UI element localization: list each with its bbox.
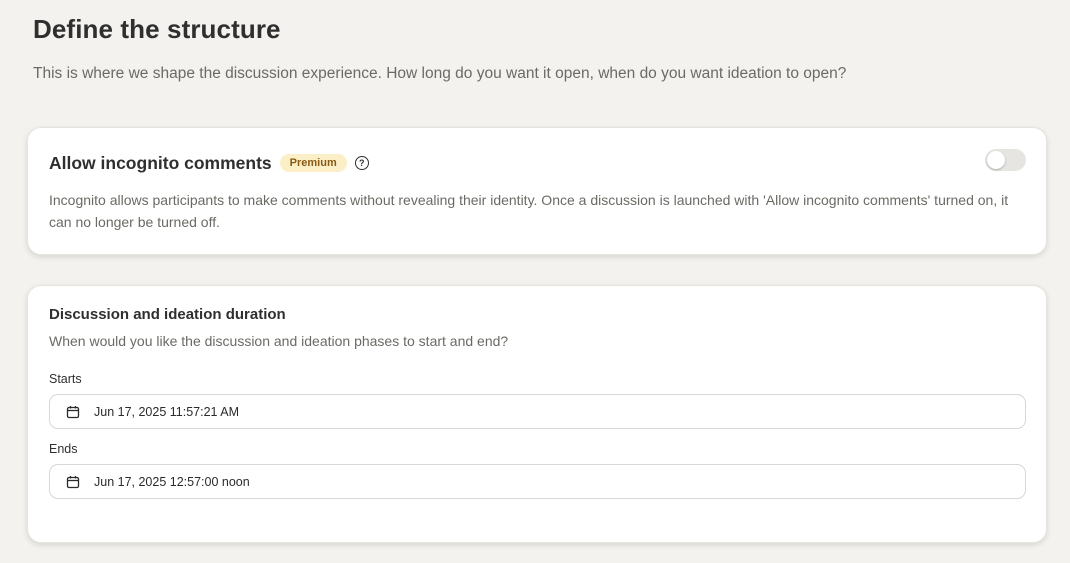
incognito-card: Allow incognito comments Premium ? Incog… [27, 127, 1047, 255]
toggle-knob [987, 151, 1005, 169]
page-subtitle: This is where we shape the discussion ex… [33, 65, 847, 82]
page-title: Define the structure [33, 14, 281, 44]
starts-date-value: Jun 17, 2025 11:57:21 AM [94, 404, 240, 419]
starts-date-field[interactable]: Jun 17, 2025 11:57:21 AM [49, 394, 1026, 429]
duration-title: Discussion and ideation duration [49, 306, 286, 323]
calendar-icon [66, 475, 80, 488]
question-circle-icon[interactable]: ? [354, 156, 369, 170]
incognito-header: Allow incognito comments Premium ? [49, 152, 369, 174]
ends-label: Ends [49, 442, 78, 456]
starts-label: Starts [49, 372, 82, 386]
duration-card: Discussion and ideation duration When wo… [27, 285, 1047, 543]
incognito-toggle[interactable] [985, 149, 1026, 171]
calendar-icon [66, 405, 80, 418]
premium-badge: Premium [279, 154, 347, 172]
ends-date-value: Jun 17, 2025 12:57:00 noon [94, 474, 250, 489]
incognito-description: Incognito allows participants to make co… [49, 192, 1009, 230]
ends-date-field[interactable]: Jun 17, 2025 12:57:00 noon [49, 464, 1026, 499]
duration-description: When would you like the discussion and i… [49, 333, 509, 349]
incognito-title: Allow incognito comments [49, 152, 272, 173]
